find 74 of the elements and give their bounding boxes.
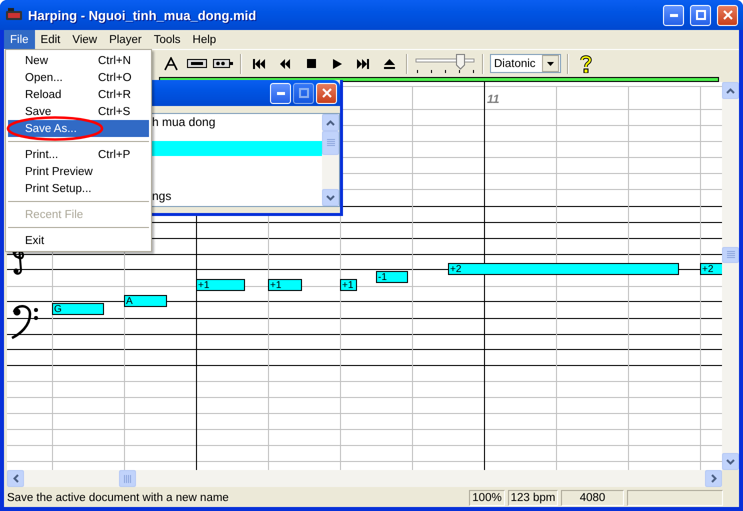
menu-item[interactable]: Save Ctrl+S bbox=[8, 103, 149, 120]
status-pane: 4080 bbox=[561, 490, 624, 506]
menu-title[interactable]: Help bbox=[186, 30, 222, 49]
track-row[interactable]: ngs bbox=[152, 189, 322, 204]
menu-item[interactable]: Exit bbox=[8, 232, 149, 249]
maximize-button[interactable] bbox=[293, 82, 314, 104]
connector-icon bbox=[213, 59, 233, 68]
menu-title[interactable]: Edit bbox=[34, 30, 66, 49]
maximize-icon bbox=[298, 88, 308, 98]
note-bar[interactable]: -1 bbox=[376, 271, 408, 283]
status-pane: 100% bbox=[469, 490, 505, 506]
menu-item[interactable]: New Ctrl+N bbox=[8, 52, 149, 69]
scroll-thumb[interactable] bbox=[119, 470, 136, 487]
note-bar[interactable]: A bbox=[124, 295, 167, 307]
close-icon bbox=[322, 88, 332, 98]
vertical-scrollbar[interactable] bbox=[722, 82, 739, 470]
scroll-thumb[interactable] bbox=[722, 247, 739, 263]
note-bar[interactable]: +1 bbox=[196, 279, 245, 291]
close-button[interactable] bbox=[717, 4, 738, 26]
minimize-button[interactable] bbox=[663, 4, 684, 26]
rewind-icon bbox=[280, 58, 290, 68]
grip-icon bbox=[726, 251, 734, 259]
grip-icon bbox=[326, 139, 334, 147]
scroll-left-button[interactable] bbox=[7, 470, 24, 487]
stop-icon bbox=[306, 59, 316, 68]
tempo-slider[interactable] bbox=[414, 52, 476, 74]
scroll-up-button[interactable] bbox=[322, 114, 339, 131]
scroll-up-button[interactable] bbox=[722, 82, 739, 99]
menu-item[interactable]: Print Preview bbox=[8, 163, 149, 180]
menu-item[interactable]: Open... Ctrl+O bbox=[8, 69, 149, 86]
note-bar[interactable]: +2 bbox=[448, 263, 679, 275]
list-scrollbar[interactable] bbox=[322, 114, 339, 206]
slider-thumb[interactable] bbox=[456, 54, 464, 70]
note-bar[interactable]: +2 bbox=[700, 263, 722, 275]
maximize-button[interactable] bbox=[690, 4, 711, 26]
status-pane: 123 bpm bbox=[508, 490, 558, 506]
menu-title[interactable]: Tools bbox=[148, 30, 187, 49]
note-bar[interactable]: G bbox=[52, 303, 104, 315]
measure-number: 11 bbox=[487, 92, 500, 106]
minimize-icon bbox=[276, 92, 284, 94]
scroll-right-button[interactable] bbox=[705, 470, 722, 487]
horizontal-scrollbar[interactable] bbox=[7, 470, 722, 487]
note-bar[interactable]: +1 bbox=[268, 279, 302, 291]
menu-title[interactable]: View bbox=[66, 30, 104, 49]
menu-item[interactable]: Print... Ctrl+P bbox=[8, 146, 149, 163]
eject-icon bbox=[384, 58, 394, 68]
close-button[interactable] bbox=[316, 82, 337, 104]
play-icon bbox=[332, 58, 342, 68]
scroll-thumb[interactable] bbox=[322, 131, 339, 155]
app-icon bbox=[6, 8, 22, 22]
caret-icon bbox=[547, 62, 554, 66]
mode-dropdown[interactable]: Diatonic bbox=[490, 54, 561, 73]
menu-item[interactable]: Reload Ctrl+R bbox=[8, 86, 149, 103]
track-row[interactable] bbox=[152, 141, 322, 156]
minimize-button[interactable] bbox=[270, 82, 291, 104]
note-bar[interactable]: +1 bbox=[340, 279, 357, 291]
scroll-down-button[interactable] bbox=[322, 189, 339, 206]
maximize-icon bbox=[696, 10, 706, 20]
question-icon bbox=[580, 54, 592, 72]
minimize-icon bbox=[670, 14, 678, 16]
menu-item[interactable]: Print Setup... bbox=[8, 180, 149, 197]
status-message: Save the active document with a new name bbox=[6, 492, 230, 504]
track-row[interactable]: h mua dong bbox=[152, 115, 322, 130]
menu-title[interactable]: Player bbox=[103, 30, 148, 49]
connector-icon bbox=[187, 59, 207, 68]
track-list[interactable]: h mua dong ngs bbox=[152, 113, 340, 207]
scroll-down-button[interactable] bbox=[722, 453, 739, 470]
skip-forward-icon bbox=[357, 58, 369, 68]
close-icon bbox=[722, 10, 732, 20]
menu-title[interactable]: File bbox=[4, 30, 35, 49]
letter-icon bbox=[164, 56, 178, 70]
grip-icon bbox=[124, 474, 132, 482]
window-title: Harping - Nguoi_tinh_mua_dong.mid bbox=[28, 8, 258, 22]
skip-back-icon bbox=[253, 58, 265, 68]
